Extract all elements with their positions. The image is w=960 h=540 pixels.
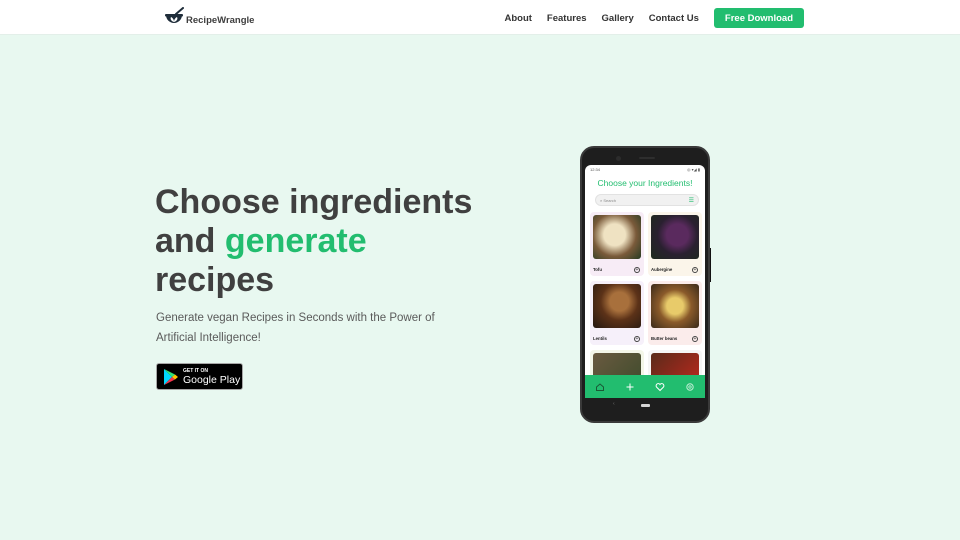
nav-links: About Features Gallery Contact Us Free D… — [504, 8, 804, 28]
google-play-icon — [164, 368, 178, 385]
system-nav-bar: ‹ — [585, 398, 705, 412]
brand-logo[interactable]: RecipeWrangle — [164, 7, 254, 27]
free-download-button[interactable]: Free Download — [713, 8, 804, 28]
app-bottom-nav — [585, 375, 705, 398]
hero-title-accent: generate — [224, 222, 367, 260]
phone-mockup: 12:34 ◎ ▾◢ ▮ Choose your Ingredients! ⌕ … — [580, 146, 710, 423]
home-pill[interactable] — [640, 403, 650, 407]
status-time: 12:34 — [590, 167, 601, 172]
app-title: Choose your Ingredients! — [597, 178, 693, 188]
google-play-badge[interactable]: GET IT ON Google Play — [156, 363, 243, 390]
filter-icon[interactable]: ☰ — [689, 197, 694, 204]
google-play-text: GET IT ON Google Play — [183, 368, 240, 386]
tofu-image — [593, 215, 641, 259]
ingredient-card-tofu[interactable]: Tofu + — [590, 212, 644, 276]
nav-link-gallery[interactable]: Gallery — [602, 13, 634, 24]
hero-title-and: and — [155, 222, 225, 260]
status-icons: ◎ ▾◢ ▮ — [687, 167, 700, 172]
brand-name: RecipeWrangle — [186, 14, 255, 26]
nav-link-about[interactable]: About — [504, 13, 531, 24]
nav-link-contact[interactable]: Contact Us — [649, 13, 699, 24]
ingredient-grid: Tofu + Aubergine + Lentils + Butter bean… — [590, 212, 705, 397]
google-play-label: Google Play — [183, 373, 241, 386]
lentils-image — [593, 284, 641, 328]
aubergine-image — [651, 215, 699, 259]
ingredient-card-aubergine[interactable]: Aubergine + — [648, 212, 702, 276]
hero-title: Choose ingredients and generate recipes — [155, 183, 472, 300]
ingredient-search-input[interactable]: ⌕ Search ☰ — [595, 194, 699, 206]
mortar-bowl-icon — [165, 7, 184, 23]
add-icon[interactable] — [625, 382, 635, 392]
back-icon[interactable]: ‹ — [613, 401, 615, 407]
search-placeholder: ⌕ Search — [600, 197, 617, 203]
home-icon[interactable] — [595, 382, 605, 392]
phone-screen: 12:34 ◎ ▾◢ ▮ Choose your Ingredients! ⌕ … — [585, 165, 705, 397]
phone-speaker — [639, 157, 655, 159]
phone-camera — [616, 156, 621, 161]
status-bar: 12:34 ◎ ▾◢ ▮ — [585, 165, 705, 173]
ingredient-name: Butter beans — [651, 336, 678, 341]
hero-title-line1: Choose ingredients — [155, 183, 473, 221]
hero-subtitle: Generate vegan Recipes in Seconds with t… — [156, 312, 435, 344]
add-circle-icon[interactable]: + — [634, 267, 640, 273]
ingredient-card-butter-beans[interactable]: Butter beans + — [648, 281, 702, 345]
add-circle-icon[interactable]: + — [634, 336, 640, 342]
ingredient-name: Lentils — [593, 336, 607, 341]
add-circle-icon[interactable]: + — [692, 267, 698, 273]
heart-icon[interactable] — [655, 382, 665, 392]
top-navbar: RecipeWrangle About Features Gallery Con… — [0, 0, 960, 35]
ingredient-name: Aubergine — [651, 267, 673, 272]
ingredient-name: Tofu — [593, 267, 602, 272]
settings-icon[interactable] — [685, 382, 695, 392]
nav-link-features[interactable]: Features — [547, 13, 587, 24]
add-circle-icon[interactable]: + — [692, 336, 698, 342]
ingredient-card-lentils[interactable]: Lentils + — [590, 281, 644, 345]
hero-title-line3: recipes — [155, 261, 275, 299]
butter-beans-image — [651, 284, 699, 328]
